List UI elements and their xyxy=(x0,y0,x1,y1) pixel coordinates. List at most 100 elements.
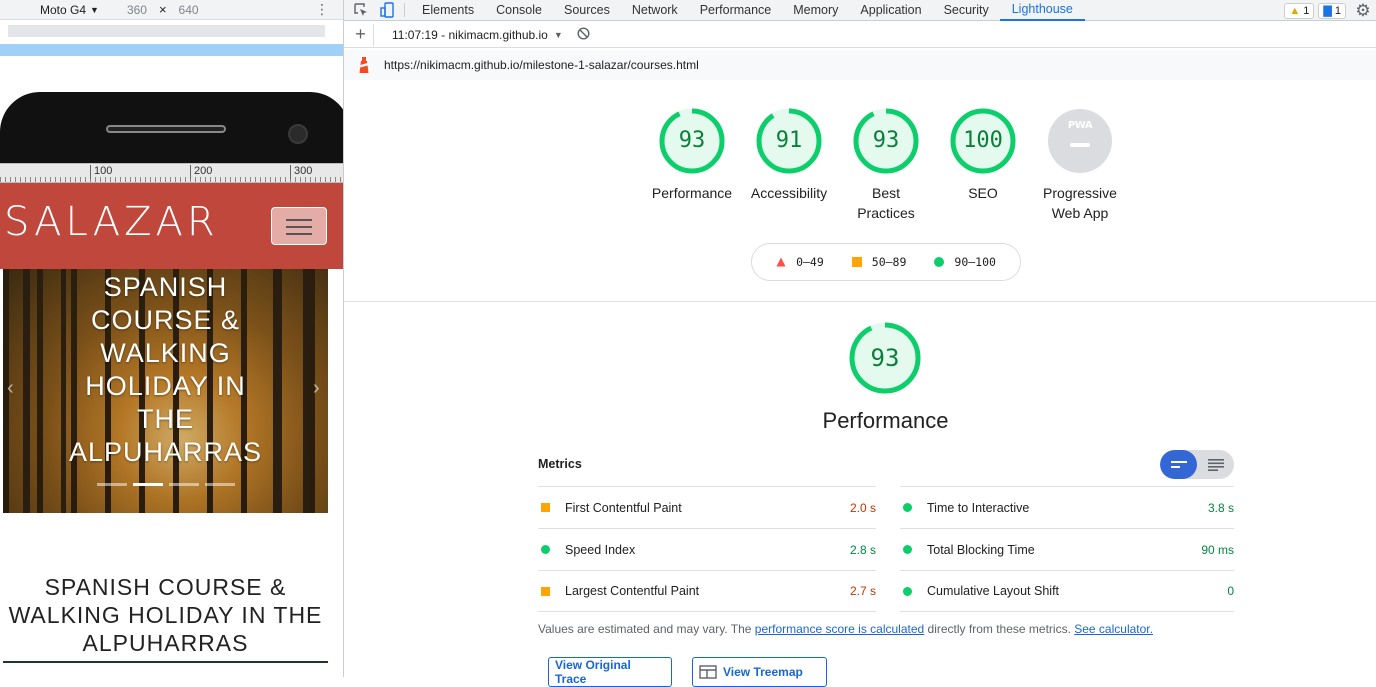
report-selector-label: 11:07:19 - nikimacm.github.io xyxy=(392,27,548,42)
gauge-label: Progressive Web App xyxy=(1030,183,1130,223)
carousel-indicator[interactable] xyxy=(205,483,235,486)
metrics-right-column: Time to Interactive 3.8 s Total Blocking T… xyxy=(900,486,1234,612)
metric-row: Speed Index 2.8 s xyxy=(538,528,876,570)
metric-value: 2.7 s xyxy=(849,584,876,598)
carousel-next-icon[interactable]: › xyxy=(313,377,320,400)
note-text: directly from these metrics. xyxy=(924,622,1075,636)
gauge-label-line: Progressive xyxy=(1043,185,1117,201)
metrics-view-toggle[interactable] xyxy=(1160,450,1234,479)
score-scale-legend: 0–49 50–89 90–100 xyxy=(751,243,1021,281)
metrics-header: Metrics xyxy=(538,457,582,471)
report-selector[interactable]: 11:07:19 - nikimacm.github.io ▼ xyxy=(392,28,563,42)
metric-value: 2.8 s xyxy=(849,542,876,557)
metric-value: 0 xyxy=(1227,584,1234,598)
carousel-prev-icon[interactable]: ‹ xyxy=(7,377,14,400)
tab-console[interactable]: Console xyxy=(485,0,553,21)
pwa-dash xyxy=(1070,143,1090,147)
category-gauge[interactable]: PWA Progressive Web App xyxy=(1030,108,1130,223)
ruler-tick: 300 xyxy=(290,165,312,179)
settings-gear-icon[interactable]: ⚙ xyxy=(1350,0,1376,21)
device-emulation-pane: Moto G4 ▼ 360 × 640 ⋮ 100 200 300 SALAZA… xyxy=(0,0,343,677)
gauge-score: 93 xyxy=(872,128,900,153)
tab-application[interactable]: Application xyxy=(849,0,932,21)
see-calculator-link[interactable]: See calculator. xyxy=(1074,622,1153,636)
more-options-icon[interactable]: ⋮ xyxy=(315,0,329,18)
gauge-label-line: Practices xyxy=(857,205,915,221)
metric-value: 3.8 s xyxy=(1207,500,1234,515)
metric-row: First Contentful Paint 2.0 s xyxy=(538,486,876,528)
lighthouse-logo-icon xyxy=(359,57,369,73)
tab-sources[interactable]: Sources xyxy=(553,0,621,21)
site-logo[interactable]: SALAZAR xyxy=(4,199,219,245)
pwa-badge-icon: PWA xyxy=(1067,120,1093,131)
warning-icon: ▲ xyxy=(1289,4,1301,17)
hamburger-menu-button[interactable] xyxy=(271,207,327,245)
view-original-trace-button[interactable]: View Original Trace xyxy=(548,657,672,687)
average-square-icon xyxy=(541,503,550,512)
gauge-label-line: Performance xyxy=(651,185,733,201)
messages-badge[interactable]: ▇ 1 xyxy=(1318,2,1346,19)
gauge-label: SEO xyxy=(933,183,1033,203)
device-select[interactable]: Moto G4 ▼ xyxy=(40,3,99,17)
performance-score: 93 xyxy=(870,344,900,372)
legend-pass-range: 90–100 xyxy=(954,255,996,269)
report-url-bar: https://nikimacm.github.io/milestone-1-s… xyxy=(344,50,1376,80)
device-width-input[interactable]: 360 xyxy=(115,2,159,18)
gauge-label-line: SEO xyxy=(968,185,998,201)
device-height-input[interactable]: 640 xyxy=(167,2,211,18)
tab-security[interactable]: Security xyxy=(933,0,1000,21)
ruler-tick: 100 xyxy=(90,165,112,179)
category-gauge[interactable]: 100 SEO xyxy=(933,108,1033,203)
media-query-bar-min-width[interactable] xyxy=(0,44,343,56)
performance-large-gauge[interactable]: 93 xyxy=(849,322,921,394)
site-navbar: SALAZAR xyxy=(0,183,343,269)
tab-memory[interactable]: Memory xyxy=(782,0,849,21)
dimension-times: × xyxy=(158,2,167,17)
score-calc-link[interactable]: performance score is calculated xyxy=(755,622,924,636)
category-gauge[interactable]: 93 Best Practices xyxy=(836,108,936,223)
clear-reports-icon[interactable] xyxy=(577,26,590,43)
summary-view-icon[interactable] xyxy=(1160,450,1197,479)
tab-performance[interactable]: Performance xyxy=(689,0,783,21)
metric-row: Total Blocking Time 90 ms xyxy=(900,528,1234,570)
warnings-badge[interactable]: ▲ 1 xyxy=(1284,2,1315,19)
gauge-label-line: Web App xyxy=(1051,205,1109,221)
tab-elements[interactable]: Elements xyxy=(411,0,485,21)
triangle-icon xyxy=(776,257,786,267)
description-view-icon[interactable] xyxy=(1197,450,1234,479)
report-url[interactable]: https://nikimacm.github.io/milestone-1-s… xyxy=(384,58,699,72)
caret-down-icon: ▼ xyxy=(553,29,563,40)
media-query-bar-max-width[interactable] xyxy=(0,23,343,39)
phone-camera xyxy=(288,124,308,144)
message-icon: ▇ xyxy=(1323,5,1332,17)
category-gauge[interactable]: 93 Performance xyxy=(642,108,742,203)
metric-name: Cumulative Layout Shift xyxy=(927,584,1060,598)
devtools-tabbar: Elements Console Sources Network Performance… xyxy=(344,0,1376,21)
tab-lighthouse[interactable]: Lighthouse xyxy=(999,0,1085,21)
pass-circle-icon xyxy=(903,586,912,596)
gauge-label: Accessibility xyxy=(739,183,839,203)
category-gauge[interactable]: 91 Accessibility xyxy=(739,108,839,203)
devtools-panel: Elements Console Sources Network Performance… xyxy=(344,0,1376,687)
view-treemap-button[interactable]: View Treemap xyxy=(692,657,827,687)
device-toolbar: Moto G4 ▼ 360 × 640 ⋮ xyxy=(0,0,343,20)
gauge-label: Performance xyxy=(642,183,742,203)
gauge-score: 100 xyxy=(963,128,1003,153)
metric-value: 2.0 s xyxy=(849,500,876,515)
inspect-element-icon[interactable] xyxy=(348,0,374,21)
tab-network[interactable]: Network xyxy=(621,0,689,21)
caret-down-icon: ▼ xyxy=(90,4,99,15)
metric-name: Largest Contentful Paint xyxy=(565,584,700,598)
metric-row: Time to Interactive 3.8 s xyxy=(900,486,1234,528)
new-report-plus-icon[interactable]: + xyxy=(348,23,374,46)
pass-circle-icon xyxy=(541,545,550,554)
device-toggle-icon[interactable] xyxy=(374,0,400,21)
carousel-indicator[interactable] xyxy=(133,483,163,486)
carousel-indicator[interactable] xyxy=(169,483,199,486)
carousel-indicator[interactable] xyxy=(97,483,127,486)
metric-name: Speed Index xyxy=(565,542,636,557)
gauge-score: 91 xyxy=(775,128,803,153)
device-name: Moto G4 xyxy=(40,2,87,17)
note-text: Values are estimated and may vary. The xyxy=(538,622,755,636)
gauge-ring: 100 xyxy=(950,108,1016,174)
